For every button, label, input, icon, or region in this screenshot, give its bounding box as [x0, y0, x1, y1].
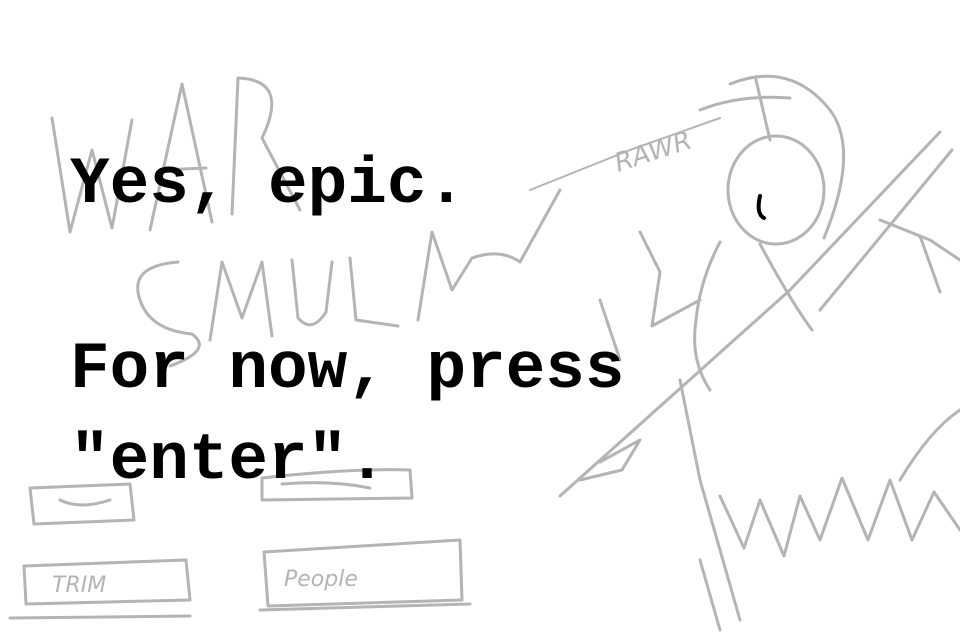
rawr-scribble: RAWR: [529, 117, 721, 191]
svg-text:TRIM: TRIM: [52, 573, 106, 598]
dialog-line-3: "enter".: [70, 423, 387, 498]
background-sketch: RAWR TRIM People: [8, 74, 960, 632]
game-screen[interactable]: RAWR TRIM People Yes, epic. For now, pre…: [0, 0, 960, 640]
svg-text:RAWR: RAWR: [611, 126, 696, 179]
svg-text:People: People: [284, 567, 358, 592]
dialog-line-2: For now, press: [70, 332, 625, 407]
dialog-line-1: Yes, epic.: [70, 147, 467, 222]
